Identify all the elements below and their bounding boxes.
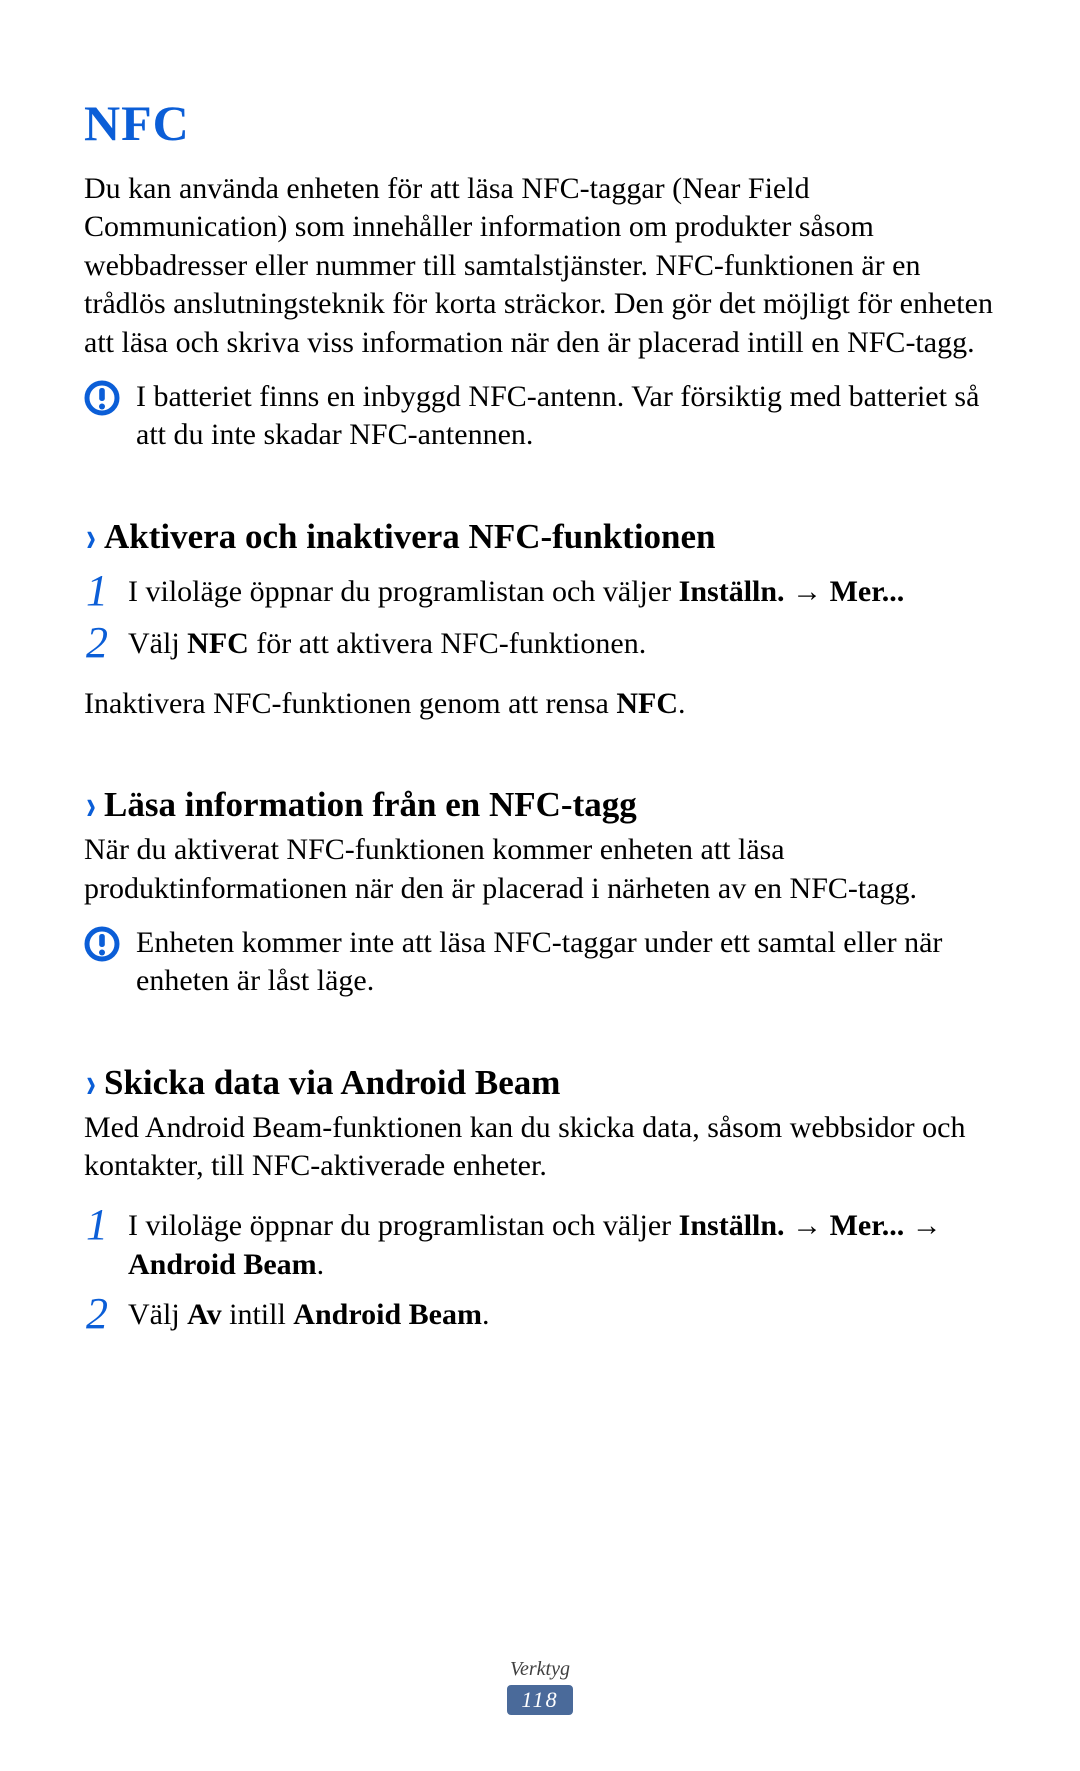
step-1: 1 I viloläge öppnar du programlistan och… <box>84 569 1002 613</box>
page-number: 118 <box>507 1685 572 1715</box>
step-number: 2 <box>84 1292 110 1336</box>
step-number: 2 <box>84 621 110 665</box>
chevron-right-icon: › <box>86 1059 96 1107</box>
step-text: I viloläge öppnar du programlistan och v… <box>128 1203 1002 1284</box>
info-note-text: I batteriet finns en inbyggd NFC-antenn.… <box>136 378 1002 455</box>
step-1: 1 I viloläge öppnar du programlistan och… <box>84 1203 1002 1284</box>
section-heading-activate: › Aktivera och inaktivera NFC-funktionen <box>84 513 1002 561</box>
section-heading-text: Läsa information från en NFC-tagg <box>104 785 637 825</box>
step-number: 1 <box>84 569 110 613</box>
section-body: Med Android Beam-funktionen kan du skick… <box>84 1109 1002 1186</box>
section-heading-read: › Läsa information från en NFC-tagg <box>84 781 1002 829</box>
info-note-1: I batteriet finns en inbyggd NFC-antenn.… <box>84 378 1002 455</box>
step-text: Välj NFC för att aktivera NFC-funktionen… <box>128 621 646 663</box>
page-body: NFC Du kan använda enheten för att läsa … <box>0 0 1080 1336</box>
info-note-2: Enheten kommer inte att läsa NFC-taggar … <box>84 924 1002 1001</box>
section-heading-text: Skicka data via Android Beam <box>104 1063 560 1103</box>
caution-icon <box>84 380 120 416</box>
page-footer: Verktyg 118 <box>0 1658 1080 1715</box>
caution-icon <box>84 926 120 962</box>
footer-category: Verktyg <box>0 1658 1080 1681</box>
step-2: 2 Välj Av intill Android Beam. <box>84 1292 1002 1336</box>
step-text: Välj Av intill Android Beam. <box>128 1292 489 1334</box>
chevron-right-icon: › <box>86 781 96 829</box>
intro-paragraph: Du kan använda enheten för att läsa NFC-… <box>84 170 1002 362</box>
info-note-text: Enheten kommer inte att läsa NFC-taggar … <box>136 924 1002 1001</box>
step-text: I viloläge öppnar du programlistan och v… <box>128 569 904 611</box>
page-title: NFC <box>84 94 1002 152</box>
step-2: 2 Välj NFC för att aktivera NFC-funktion… <box>84 621 1002 665</box>
section-body: När du aktiverat NFC-funktionen kommer e… <box>84 831 1002 908</box>
chevron-right-icon: › <box>86 513 96 561</box>
section-heading-beam: › Skicka data via Android Beam <box>84 1059 1002 1107</box>
step-number: 1 <box>84 1203 110 1247</box>
section-heading-text: Aktivera och inaktivera NFC-funktionen <box>104 517 716 557</box>
post-step-text: Inaktivera NFC-funktionen genom att rens… <box>84 685 1002 723</box>
